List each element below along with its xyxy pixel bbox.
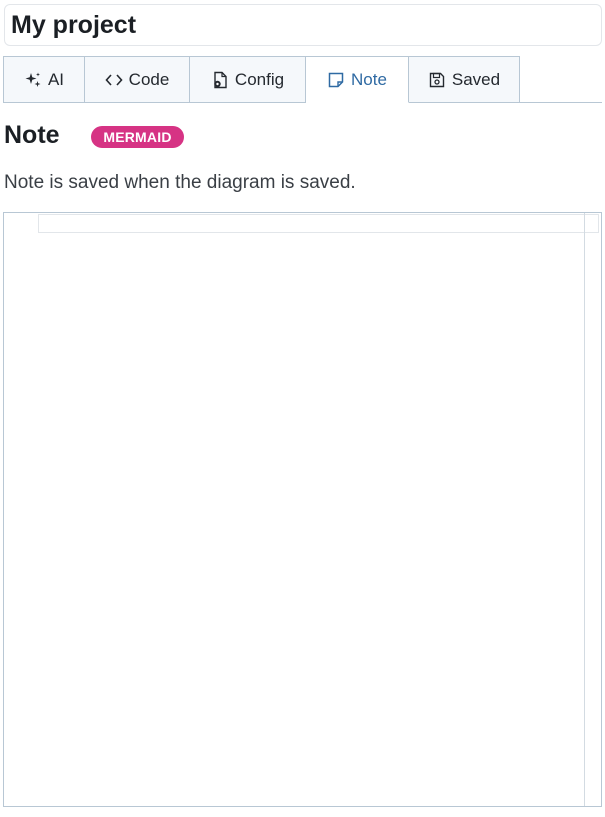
tab-code-label: Code xyxy=(128,69,170,89)
tab-ai[interactable]: AI xyxy=(3,56,85,103)
tab-saved-label: Saved xyxy=(451,69,501,89)
file-gear-icon xyxy=(211,71,229,89)
tab-note-label: Note xyxy=(351,69,387,89)
code-icon xyxy=(105,71,123,89)
tab-note[interactable]: Note xyxy=(306,56,409,103)
tab-ai-label: AI xyxy=(47,69,65,89)
note-editor xyxy=(3,212,602,807)
tab-code[interactable]: Code xyxy=(85,56,190,103)
tab-bar: AI Code Config Note Saved xyxy=(3,56,602,103)
tab-config[interactable]: Config xyxy=(190,56,306,103)
mermaid-badge: MERMAID xyxy=(91,126,184,148)
editor-scrollbar[interactable] xyxy=(584,213,585,806)
project-title[interactable]: My project xyxy=(4,4,602,46)
note-textarea[interactable] xyxy=(40,215,580,795)
tab-saved[interactable]: Saved xyxy=(409,56,520,103)
note-description: Note is saved when the diagram is saved. xyxy=(4,172,356,193)
note-heading: Note xyxy=(4,121,60,149)
floppy-disk-icon xyxy=(428,71,446,89)
sticky-note-icon xyxy=(327,71,345,89)
sparkles-icon xyxy=(24,71,42,89)
tab-config-label: Config xyxy=(234,69,285,89)
